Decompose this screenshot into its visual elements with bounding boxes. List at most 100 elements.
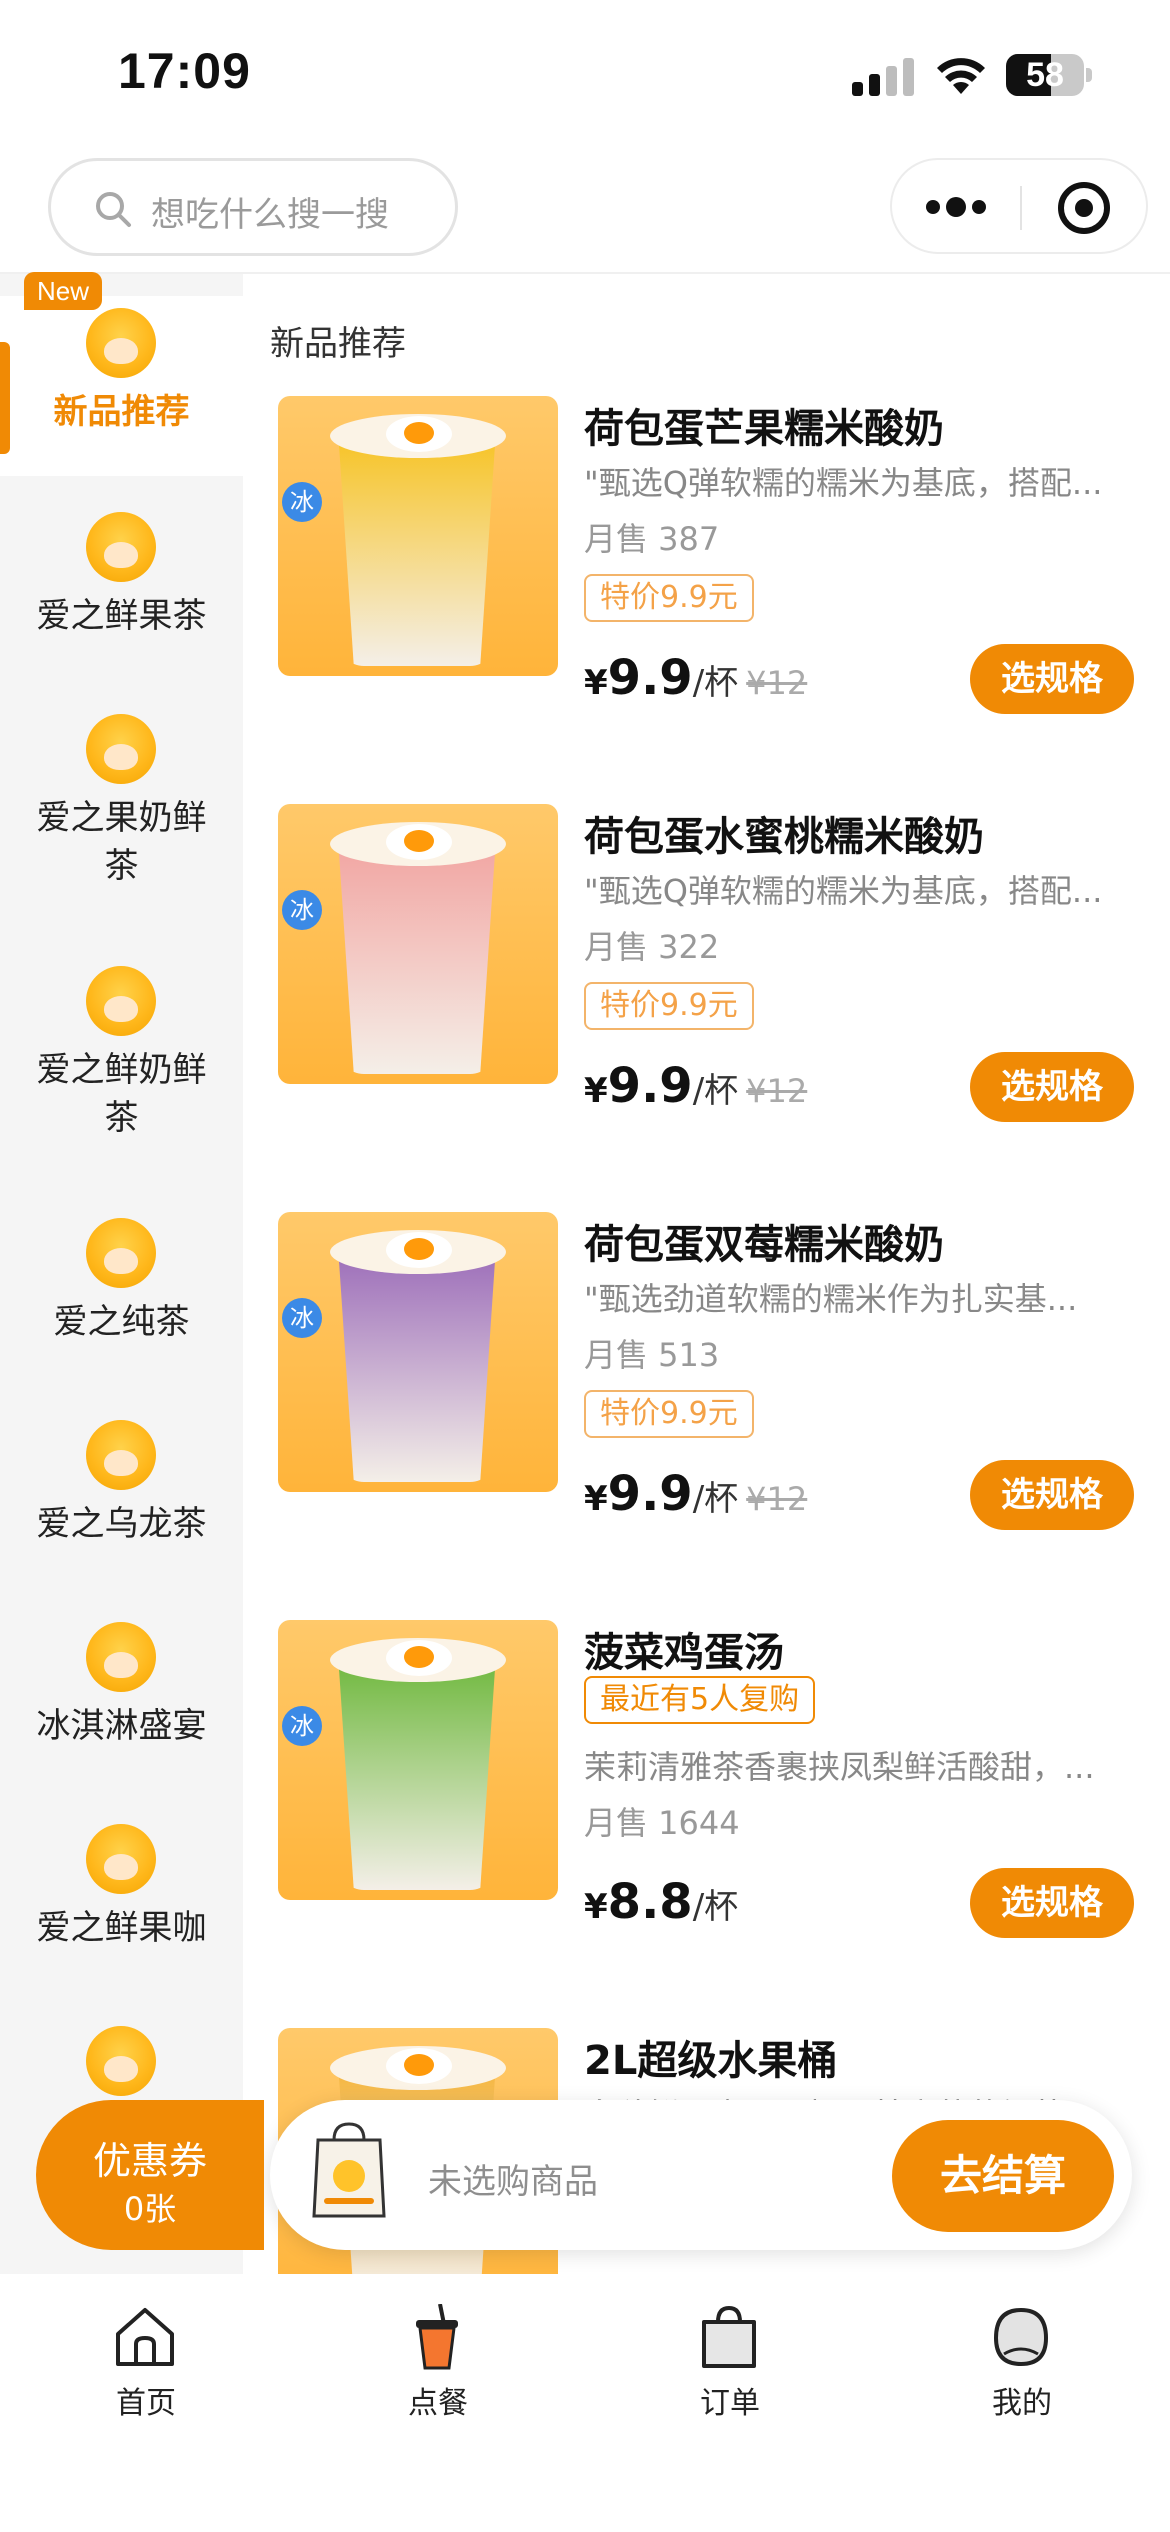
sidebar-category[interactable]: 冰淇淋盛宴 [0,1606,243,1806]
fried-egg-topping [386,1232,452,1268]
fried-egg-topping [386,824,452,860]
category-mascot-icon [86,2026,156,2096]
search-placeholder: 想吃什么搜一搜 [151,195,389,235]
category-mascot-icon [86,1218,156,1288]
price-unit: /杯 [692,1071,739,1111]
home-icon [116,2308,174,2366]
select-spec-button[interactable]: 选规格 [970,1868,1134,1938]
checkout-button[interactable]: 去结算 [892,2120,1114,2232]
product-card[interactable]: 冰 荷包蛋水蜜桃糯米酸奶 "甄选Q弹软糯的糯米为基底，搭配... 月售 322 特价9.… [278,804,1148,1122]
tab-order-food[interactable]: 点餐 [292,2290,584,2421]
price-value: 9.9 [607,650,693,706]
cellular-signal-icon [852,58,916,96]
category-label: 冰淇淋盛宴 [36,1706,207,1746]
select-spec-button[interactable]: 选规格 [970,1052,1134,1122]
price-value: 9.9 [607,1466,693,1522]
wifi-icon [937,58,985,94]
product-card[interactable]: 冰 荷包蛋双莓糯米酸奶 "甄选劲道软糯的糯米作为扎实基... 月售 513 特价9.9元… [278,1212,1148,1530]
tab-home[interactable]: 首页 [0,2290,292,2421]
monthly-sales: 月售 387 [584,520,720,558]
category-mascot-icon [86,1622,156,1692]
product-name: 菠菜鸡蛋汤 [584,1630,784,1676]
category-mascot-icon [86,1420,156,1490]
sidebar-category[interactable]: 新品推荐 [0,296,243,476]
cart-bar[interactable]: 未选购商品 去结算 [270,2100,1132,2250]
price-currency: ¥ [584,1071,608,1111]
select-spec-button[interactable]: 选规格 [970,644,1134,714]
category-label: 爱之鲜果茶 [36,596,207,636]
sidebar-category[interactable]: 爱之鲜果茶 [0,496,243,696]
drink-cup-illustration [338,1246,496,1482]
price-currency: ¥ [584,663,608,703]
cart-bag-icon [312,2122,386,2218]
product-description: 茉莉清雅茶香裹挟凤梨鲜活酸甜，... [584,1748,1095,1786]
product-name: 荷包蛋双莓糯米酸奶 [584,1222,944,1268]
monthly-sales: 月售 513 [584,1336,720,1374]
category-mascot-icon [86,1824,156,1894]
drink-cup-illustration [338,430,496,666]
mini-program-capsule [890,158,1148,254]
product-image[interactable]: 冰 [278,1620,558,1900]
category-mascot-icon [86,714,156,784]
fried-egg-topping [386,1640,452,1676]
status-bar: 17:09 58 [0,0,1170,150]
price-currency: ¥ [584,1479,608,1519]
section-title: 新品推荐 [270,324,406,364]
sidebar-category[interactable]: 爱之果奶鲜 茶 [0,698,243,898]
discount-tag: 特价9.9元 [584,982,754,1030]
status-time: 17:09 [118,43,251,99]
fried-egg-topping [386,416,452,452]
product-description: "甄选Q弹软糯的糯米为基底，搭配... [584,872,1103,910]
product-image[interactable]: 冰 [278,804,558,1084]
product-card[interactable]: 冰 荷包蛋芒果糯米酸奶 "甄选Q弹软糯的糯米为基底，搭配... 月售 387 特价9.9… [278,396,1148,714]
tab-label: 点餐 [408,2386,468,2421]
select-spec-button[interactable]: 选规格 [970,1460,1134,1530]
sidebar-category[interactable]: 爱之鲜奶鲜 茶 [0,950,243,1150]
category-mascot-icon [86,966,156,1036]
ice-badge: 冰 [282,890,322,930]
product-price: ¥9.9/杯 ¥12 [584,1466,807,1522]
battery-level: 58 [1026,56,1064,94]
product-image[interactable]: 冰 [278,1212,558,1492]
sidebar-category[interactable]: 爱之乌龙茶 [0,1404,243,1604]
search-icon [96,192,131,227]
product-image[interactable]: 冰 [278,396,558,676]
coupon-button[interactable]: 优惠券 0张 [36,2100,264,2250]
search-input[interactable]: 想吃什么搜一搜 [48,158,458,256]
active-category-indicator [0,342,10,454]
drink-cup-illustration [338,838,496,1074]
close-miniprogram-icon[interactable] [1058,182,1110,234]
product-price: ¥9.9/杯 ¥12 [584,650,807,706]
product-name: 荷包蛋芒果糯米酸奶 [584,406,944,452]
sidebar-category[interactable]: 爱之纯茶 [0,1202,243,1402]
tab-profile[interactable]: 我的 [876,2290,1168,2421]
coupon-count: 0张 [123,2190,177,2228]
tab-bar: 首页 点餐 订单 我的 [0,2274,1170,2532]
sidebar-category[interactable]: 爱之鲜果咖 [0,1808,243,2008]
tab-orders[interactable]: 订单 [584,2290,876,2421]
capsule-divider [1020,186,1022,230]
repeat-purchase-tag: 最近有5人复购 [584,1676,816,1724]
ice-badge: 冰 [282,482,322,522]
product-price: ¥9.9/杯 ¥12 [584,1058,807,1114]
price-unit: /杯 [692,1887,739,1927]
product-card[interactable]: 冰 菠菜鸡蛋汤 最近有5人复购 茉莉清雅茶香裹挟凤梨鲜活酸甜，... 月售 1644 ¥8… [278,1620,1148,1938]
more-icon[interactable] [926,196,988,220]
tab-label: 订单 [700,2386,760,2421]
coupon-title: 优惠券 [92,2139,207,2183]
category-label: 爱之纯茶 [53,1302,190,1342]
product-name: 荷包蛋水蜜桃糯米酸奶 [584,814,984,860]
ice-badge: 冰 [282,1298,322,1338]
battery-tip [1086,68,1092,82]
drink-cup-icon [416,2304,458,2370]
drink-cup-illustration [338,1654,496,1890]
shopping-bag-icon [702,2305,756,2368]
ice-badge: 冰 [282,1706,322,1746]
tab-label: 首页 [116,2386,176,2421]
category-label: 爱之果奶鲜 茶 [36,798,207,886]
monthly-sales: 月售 1644 [584,1804,740,1842]
original-price: ¥12 [746,1480,808,1518]
discount-tag: 特价9.9元 [584,1390,754,1438]
category-label: 爱之鲜果咖 [36,1908,207,1948]
price-unit: /杯 [692,1479,739,1519]
